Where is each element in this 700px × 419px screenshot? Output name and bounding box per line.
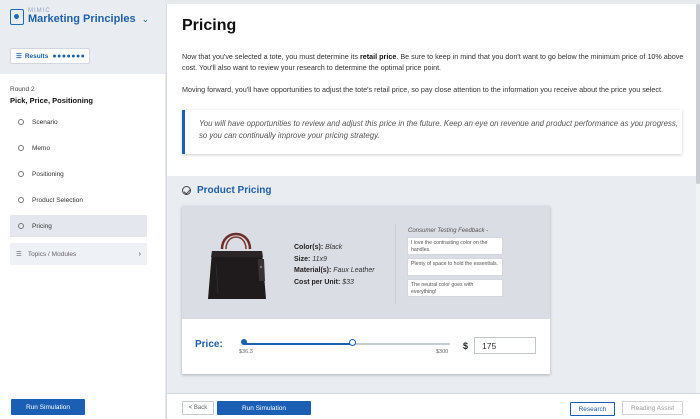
results-button[interactable]: ☰ Results ●●●●●●●: [10, 48, 90, 64]
results-label: Results: [24, 52, 49, 60]
results-progress-dots: ●●●●●●●: [52, 52, 86, 60]
sidebar-item-memo[interactable]: Memo: [10, 137, 147, 159]
reading-assist-button[interactable]: Reading Assist: [622, 401, 683, 415]
brand[interactable]: MIMIC Marketing Principles ⌄: [10, 8, 155, 25]
research-button[interactable]: Research: [570, 402, 615, 416]
page-title: Pricing: [182, 17, 237, 34]
brand-logo-icon: [10, 8, 24, 25]
feedback-item: Plenty of space to hold the essentials.: [407, 258, 503, 276]
sidebar-nav: Scenario Memo Positioning Product Select…: [0, 111, 165, 237]
sidebar-item-scenario[interactable]: Scenario: [10, 111, 147, 133]
menu-icon: ☰: [16, 251, 22, 258]
check-circle-icon: [182, 186, 191, 195]
footer-bar: < Back Run Simulation Research Reading A…: [167, 393, 700, 419]
main-panel: Pricing Now that you've selected a tote,…: [166, 4, 700, 419]
price-label: Price:: [195, 339, 223, 350]
radio-icon: [18, 145, 24, 151]
radio-icon: [18, 119, 24, 125]
divider: [395, 224, 396, 304]
chevron-down-icon[interactable]: ⌄: [142, 14, 150, 25]
sidebar-item-product-selection[interactable]: Product Selection: [10, 189, 147, 211]
round-label: Round 2: [10, 86, 35, 93]
back-button[interactable]: < Back: [182, 401, 214, 415]
list-icon: ☰: [16, 53, 22, 60]
price-slider-min-dot: [241, 339, 247, 345]
course-title: Marketing Principles: [28, 13, 136, 25]
sidebar-header: MIMIC Marketing Principles ⌄ ☰ Results ●…: [0, 0, 165, 74]
sidebar-item-pricing[interactable]: Pricing: [10, 215, 147, 237]
section-title: Product Pricing: [182, 185, 271, 196]
run-simulation-button[interactable]: Run Simulation: [217, 401, 311, 415]
product-specs: Color(s): Black Size: 11x9 Material(s): …: [294, 244, 375, 286]
feedback-item: I love the contrasting color on the hand…: [407, 237, 503, 255]
topics-modules-button[interactable]: ☰ Topics / Modules ›: [10, 243, 147, 265]
run-simulation-button[interactable]: Run Simulation: [11, 399, 85, 415]
price-input[interactable]: [474, 337, 536, 354]
chevron-right-icon: ›: [138, 250, 141, 258]
scrollbar[interactable]: [696, 4, 700, 393]
radio-icon: [18, 197, 24, 203]
feedback-title: Consumer Testing Feedback -: [408, 228, 489, 234]
followup-paragraph: Moving forward, you'll have opportunitie…: [182, 85, 663, 94]
sidebar: MIMIC Marketing Principles ⌄ ☰ Results ●…: [0, 0, 165, 419]
price-slider-handle[interactable]: [348, 339, 356, 346]
radio-icon: [18, 171, 24, 177]
intro-paragraph: Now that you've selected a tote, you mus…: [182, 52, 684, 72]
currency-symbol: $: [463, 341, 469, 351]
slider-max-label: $300: [436, 349, 449, 355]
sidebar-item-positioning[interactable]: Positioning: [10, 163, 147, 185]
product-card: Color(s): Black Size: 11x9 Material(s): …: [182, 206, 550, 374]
tote-bag-image: [208, 232, 266, 299]
round-title: Pick, Price, Positioning: [10, 96, 93, 105]
slider-min-label: $36.3: [239, 349, 253, 355]
callout-note: You will have opportunities to review an…: [182, 110, 682, 154]
scrollbar-thumb[interactable]: [696, 4, 700, 184]
price-slider-fill: [244, 343, 353, 345]
radio-icon: [18, 223, 24, 229]
product-info: Color(s): Black Size: 11x9 Material(s): …: [182, 206, 550, 319]
feedback-item: The neutral color goes with everything!: [407, 279, 503, 297]
